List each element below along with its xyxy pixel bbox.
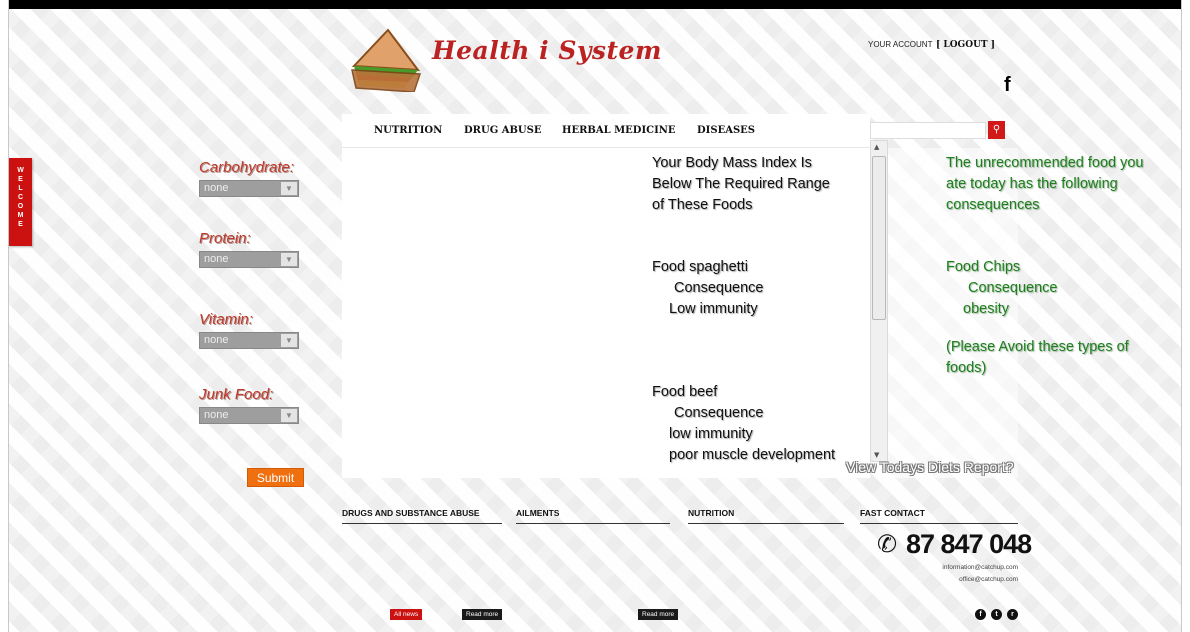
top-frame	[0, 0, 1190, 9]
bmi-heading: Your Body Mass Index Is Below The Requir…	[652, 153, 830, 216]
unrecommended-heading: The unrecommended food you ate today has…	[946, 153, 1144, 216]
chevron-down-icon: ▼	[281, 253, 297, 266]
junk-food-label: Junk Food:	[199, 386, 274, 403]
protein-select[interactable]: none ▼	[199, 251, 299, 268]
food-name: Food Chips	[946, 259, 1021, 275]
welcome-letter: L	[18, 185, 23, 192]
footer-heading-drugs: DRUGS AND SUBSTANCE ABUSE	[342, 508, 502, 524]
unrecommended-heading-line: The unrecommended food you	[946, 155, 1144, 171]
advice-line: (Please Avoid these types of	[946, 339, 1129, 355]
consequence-value: poor muscle development	[669, 447, 836, 463]
right-frame	[1181, 0, 1190, 632]
read-more-button[interactable]: Read more	[638, 609, 679, 620]
vitamin-select[interactable]: none ▼	[199, 332, 299, 349]
phone-icon: ✆	[877, 530, 898, 558]
scroll-thumb[interactable]	[872, 156, 886, 320]
food-entry-spaghetti: Food spaghetti Consequence Low immunity	[652, 257, 764, 320]
your-account-link[interactable]: YOUR ACCOUNT	[868, 40, 932, 49]
nav-nutrition[interactable]: NUTRITION	[374, 125, 442, 136]
food-name: Food spaghetti	[652, 259, 748, 275]
sandwich-logo-icon	[351, 28, 422, 92]
food-name: Food beef	[652, 384, 718, 400]
nav-herbal-medicine[interactable]: HERBAL MEDICINE	[562, 125, 676, 136]
view-diet-report-link[interactable]: View Todays Diets Report?	[846, 459, 1014, 475]
brand-title: Health i System	[432, 36, 662, 65]
consequence-label: Consequence	[968, 280, 1058, 296]
contact-email[interactable]: information@catchup.com	[942, 564, 1018, 571]
vitamin-label: Vitamin:	[199, 311, 253, 328]
facebook-icon[interactable]: f	[1004, 74, 1011, 97]
protein-label: Protein:	[199, 230, 251, 247]
welcome-letter: E	[18, 176, 23, 183]
junk-food-select-value: none	[204, 409, 229, 421]
protein-select-value: none	[204, 253, 229, 265]
carbohydrate-label: Carbohydrate:	[199, 159, 295, 176]
scroll-up-icon[interactable]: ▲	[874, 143, 879, 151]
submit-button[interactable]: Submit	[247, 468, 304, 487]
chevron-down-icon: ▼	[281, 182, 297, 195]
carbohydrate-select-value: none	[204, 182, 229, 194]
welcome-letter: C	[17, 194, 24, 201]
nav-diseases[interactable]: DISEASES	[697, 125, 755, 136]
bmi-heading-line: of These Foods	[652, 197, 753, 213]
left-frame	[0, 0, 9, 632]
main-nav: NUTRITION DRUG ABUSE HERBAL MEDICINE DIS…	[342, 114, 870, 148]
bmi-heading-line: Below The Required Range	[652, 176, 830, 192]
food-entry-beef: Food beef Consequence low immunity poor …	[652, 382, 835, 466]
chevron-down-icon: ▼	[281, 409, 297, 422]
consequence-label: Consequence	[674, 280, 764, 296]
read-more-button[interactable]: Read more	[462, 609, 503, 620]
chevron-down-icon: ▼	[281, 334, 297, 347]
consequence-value: low immunity	[669, 426, 753, 442]
consequence-label: Consequence	[674, 405, 764, 421]
report-scrollbar[interactable]: ▲ ▼	[870, 140, 888, 462]
twitter-icon[interactable]: t	[991, 609, 1002, 620]
junk-food-select[interactable]: none ▼	[199, 407, 299, 424]
scroll-down-icon[interactable]: ▼	[874, 451, 879, 459]
bmi-heading-line: Your Body Mass Index Is	[652, 155, 812, 171]
welcome-letter: O	[17, 203, 24, 210]
advice-line: foods)	[946, 360, 987, 376]
welcome-letter: M	[17, 212, 24, 219]
rss-icon[interactable]: r	[1007, 609, 1018, 620]
consequence-value: Low immunity	[669, 301, 758, 317]
unrecommended-heading-line: consequences	[946, 197, 1040, 213]
welcome-letter: E	[18, 221, 23, 228]
search-input[interactable]	[870, 122, 986, 139]
search-icon[interactable]: ⚲	[988, 121, 1005, 139]
footer-heading-fast-contact: FAST CONTACT	[860, 508, 1018, 524]
consequence-value: obesity	[963, 301, 1009, 317]
all-news-button[interactable]: All news	[390, 609, 423, 620]
nav-drug-abuse[interactable]: DRUG ABUSE	[464, 125, 542, 136]
phone-number: 87 847 048	[906, 529, 1032, 559]
unrecommended-heading-line: ate today has the following	[946, 176, 1118, 192]
welcome-tab[interactable]: W E L C O M E	[9, 158, 32, 246]
office-email[interactable]: office@catchup.com	[959, 576, 1018, 583]
carbohydrate-select[interactable]: none ▼	[199, 180, 299, 197]
avoid-advice: (Please Avoid these types of foods)	[946, 337, 1129, 379]
vitamin-select-value: none	[204, 334, 229, 346]
facebook-icon[interactable]: f	[975, 609, 986, 620]
footer-heading-nutrition: NUTRITION	[688, 508, 844, 524]
logout-link[interactable]: [ LOGOUT ]	[936, 40, 995, 50]
welcome-letter: W	[17, 167, 24, 174]
footer-heading-ailments: AILMENTS	[516, 508, 670, 524]
unrecommended-food-entry: Food Chips Consequence obesity	[946, 257, 1058, 320]
